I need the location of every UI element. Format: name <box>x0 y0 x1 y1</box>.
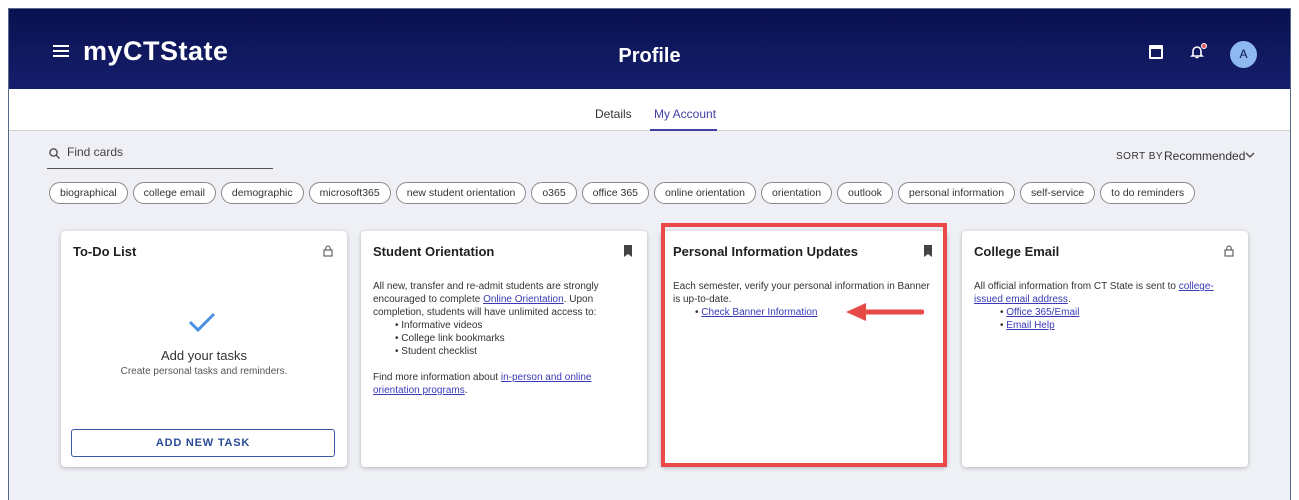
tag-chip[interactable]: o365 <box>531 182 577 204</box>
lock-icon <box>323 245 333 257</box>
tab-details[interactable]: Details <box>595 107 632 121</box>
tag-chip[interactable]: college email <box>132 182 216 204</box>
top-header: myCTState Profile A <box>9 9 1290 89</box>
tag-chip[interactable]: online orientation <box>654 182 756 204</box>
search-field[interactable] <box>47 144 273 169</box>
sort-label: SORT BY <box>1116 151 1164 162</box>
tab-my-account[interactable]: My Account <box>654 107 716 121</box>
tag-chip[interactable]: self-service <box>1020 182 1096 204</box>
search-input[interactable] <box>67 145 267 159</box>
bullet-list: Informative videos College link bookmark… <box>395 319 635 358</box>
annotation-arrow-icon <box>846 303 924 321</box>
body-text: . <box>464 385 468 396</box>
card-college-email: College Email All official information f… <box>962 231 1248 467</box>
bookmark-icon[interactable] <box>623 245 633 257</box>
body-text: . <box>1067 294 1071 305</box>
body-text: All official information from CT State i… <box>974 281 1179 292</box>
card-student-orientation: Student Orientation All new, transfer an… <box>361 231 647 467</box>
email-help-link[interactable]: Email Help <box>1006 320 1054 331</box>
avatar[interactable]: A <box>1230 41 1257 68</box>
notification-badge <box>1201 43 1207 49</box>
bullet-list: Office 365/Email Email Help <box>1000 306 1236 332</box>
card-personal-information-updates: Personal Information Updates Each semest… <box>661 231 947 467</box>
bookmark-icon[interactable] <box>923 245 933 257</box>
check-banner-information-link[interactable]: Check Banner Information <box>701 307 817 318</box>
tag-chip-list: biographical college email demographic m… <box>49 182 1196 204</box>
list-item: Informative videos <box>395 319 635 332</box>
tag-chip[interactable]: new student orientation <box>395 182 527 204</box>
card-body: All official information from CT State i… <box>974 280 1236 332</box>
card-body: All new, transfer and re-admit students … <box>373 280 635 397</box>
card-title: To-Do List <box>73 244 137 259</box>
tag-chip[interactable]: demographic <box>220 182 304 204</box>
search-icon <box>49 148 60 159</box>
app-frame: myCTState Profile A Details My Account S… <box>8 8 1291 500</box>
card-title: Personal Information Updates <box>673 244 858 259</box>
sort-dropdown[interactable]: Recommended <box>1164 149 1245 163</box>
tag-chip[interactable]: personal information <box>897 182 1016 204</box>
tag-chip[interactable]: office 365 <box>581 182 650 204</box>
calendar-icon[interactable] <box>1149 45 1163 59</box>
office-365-email-link[interactable]: Office 365/Email <box>1006 307 1079 318</box>
body-text: Find more information about <box>373 372 501 383</box>
lock-icon <box>1224 245 1234 257</box>
chevron-down-icon[interactable] <box>1245 150 1255 160</box>
list-item: Student checklist <box>395 345 635 358</box>
tag-chip[interactable]: to do reminders <box>1100 182 1196 204</box>
add-new-task-button[interactable]: ADD NEW TASK <box>71 429 335 457</box>
tag-chip[interactable]: biographical <box>49 182 128 204</box>
tag-chip[interactable]: outlook <box>837 182 893 204</box>
online-orientation-link[interactable]: Online Orientation <box>483 294 564 305</box>
todo-empty-heading: Add your tasks <box>161 348 247 363</box>
card-title: College Email <box>974 244 1060 259</box>
checkmark-icon <box>188 312 216 333</box>
page-title: Profile <box>618 45 681 67</box>
list-item: College link bookmarks <box>395 332 635 345</box>
card-title: Student Orientation <box>373 244 495 259</box>
tab-bar: Details My Account <box>9 89 1290 131</box>
todo-empty-subtext: Create personal tasks and reminders. <box>120 366 288 377</box>
card-todo-list: To-Do List Add your tasks Create persona… <box>61 231 347 467</box>
tag-chip[interactable]: orientation <box>761 182 833 204</box>
tag-chip[interactable]: microsoft365 <box>308 182 391 204</box>
active-tab-indicator <box>650 129 717 131</box>
